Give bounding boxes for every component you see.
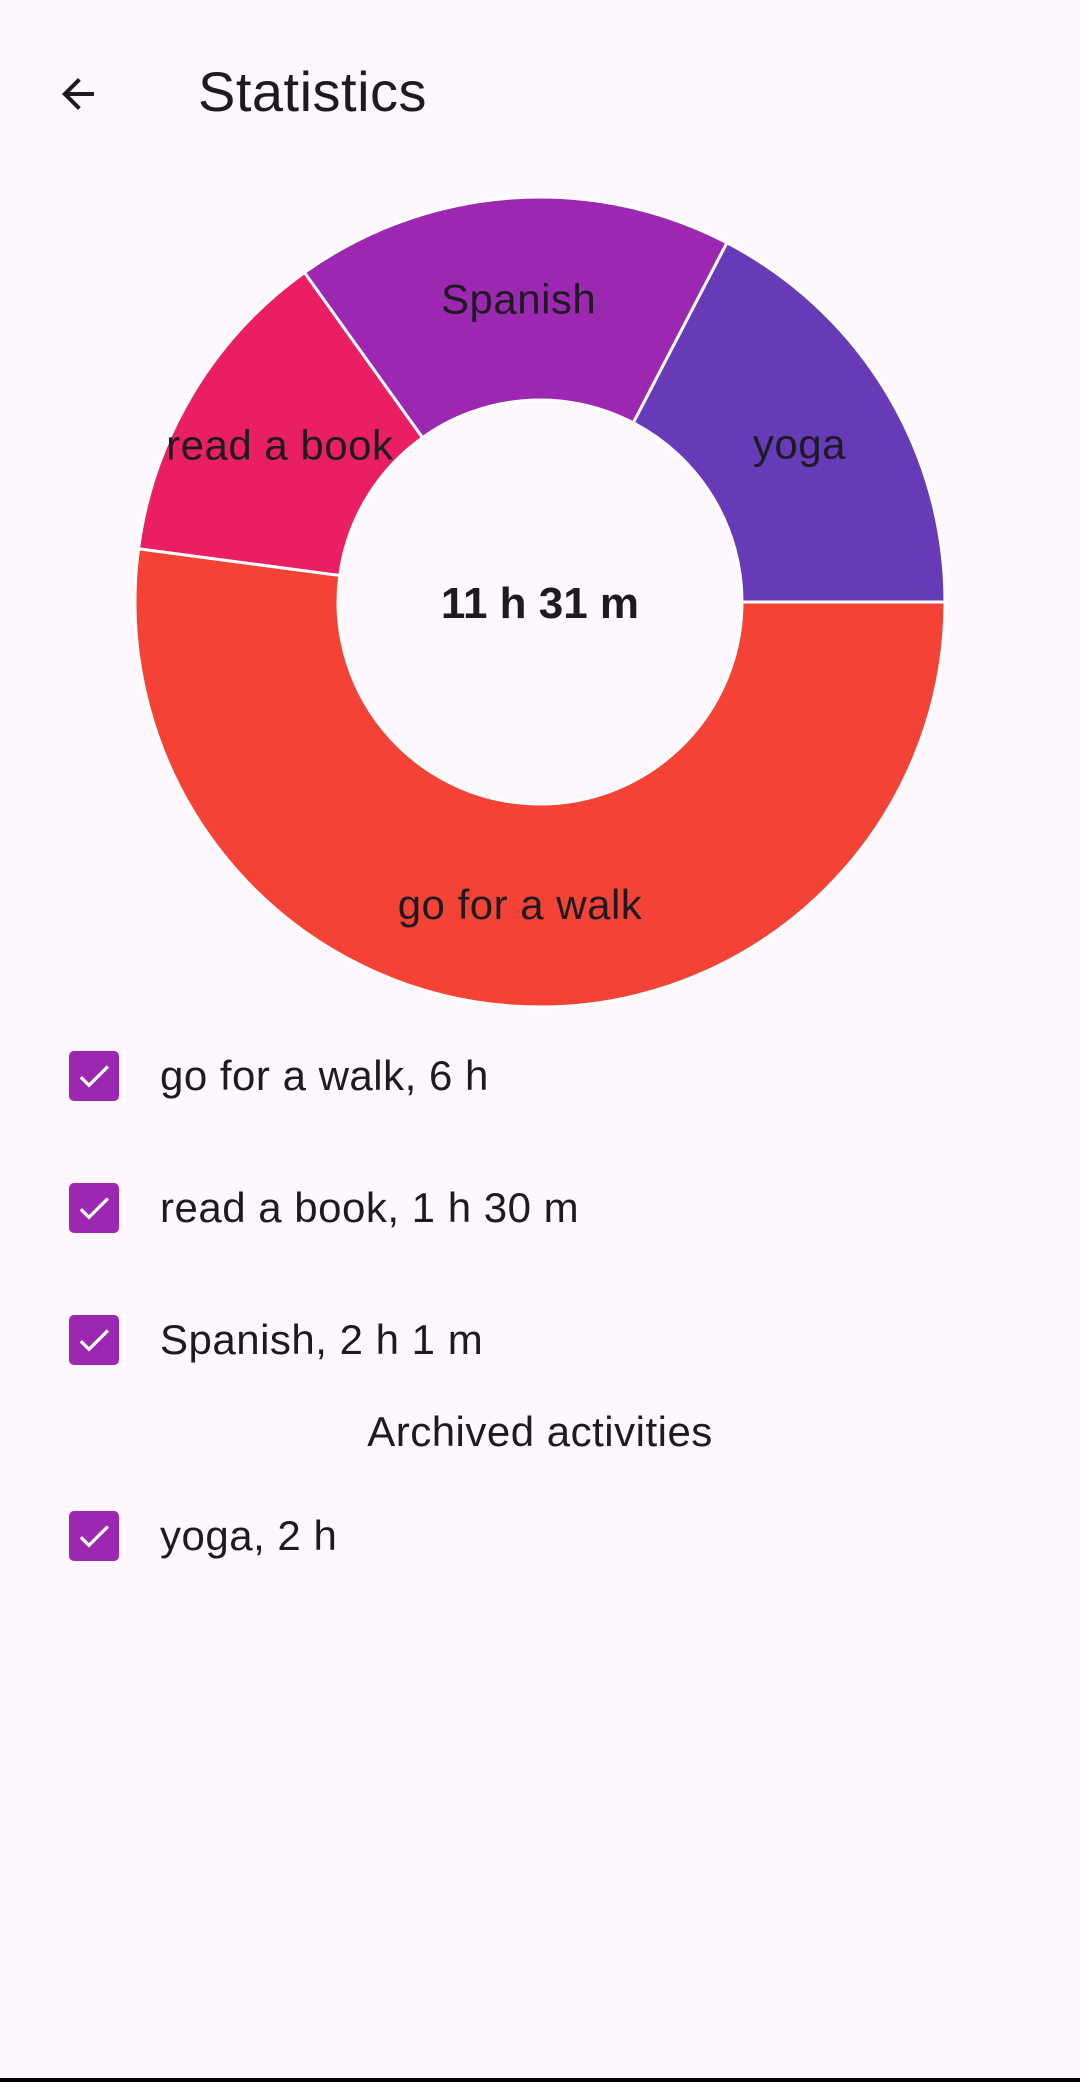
page-title: Statistics: [198, 60, 428, 123]
statistics-screen: Statistics yoga go for a walk read a book S…: [0, 0, 1080, 2082]
archived-activities-header: Archived activities: [367, 1408, 713, 1455]
slice-label-go-for-a-walk: go for a walk: [398, 881, 643, 928]
slice-label-yoga: yoga: [753, 421, 846, 468]
list-item-label: read a book, 1 h 30 m: [160, 1184, 580, 1231]
list-item-spanish[interactable]: Spanish, 2 h 1 m: [0, 1274, 1080, 1406]
arrow-back-icon: [62, 78, 94, 110]
app-bar: Statistics: [0, 0, 1080, 184]
slice-label-spanish: Spanish: [441, 275, 596, 322]
list-item-label: Spanish, 2 h 1 m: [160, 1316, 484, 1363]
slice-label-read-a-book: read a book: [166, 422, 394, 469]
back-button[interactable]: [32, 48, 124, 140]
list-item-yoga[interactable]: yoga, 2 h: [0, 1470, 1080, 1602]
checkbox[interactable]: [69, 1511, 119, 1561]
list-item-go-for-a-walk[interactable]: go for a walk, 6 h: [0, 1010, 1080, 1142]
list-item-read-a-book[interactable]: read a book, 1 h 30 m: [0, 1142, 1080, 1274]
check-icon: [79, 1197, 109, 1220]
total-duration-label: 11 h 31 m: [441, 579, 639, 628]
check-icon: [79, 1525, 109, 1548]
navigation-bar-edge: [0, 2078, 1080, 2082]
check-icon: [79, 1329, 109, 1352]
checkbox[interactable]: [69, 1315, 119, 1365]
list-item-label: go for a walk, 6 h: [160, 1052, 489, 1099]
check-icon: [79, 1065, 109, 1088]
list-item-label: yoga, 2 h: [160, 1512, 338, 1559]
checkbox[interactable]: [69, 1051, 119, 1101]
donut-chart-svg: yoga go for a walk read a book Spanish 11 h …: [133, 195, 947, 1009]
checkbox[interactable]: [69, 1183, 119, 1233]
activity-list: go for a walk, 6 h read a book, 1 h 30 m…: [0, 1010, 1080, 1602]
donut-chart: yoga go for a walk read a book Spanish 11 h …: [0, 184, 1080, 1024]
